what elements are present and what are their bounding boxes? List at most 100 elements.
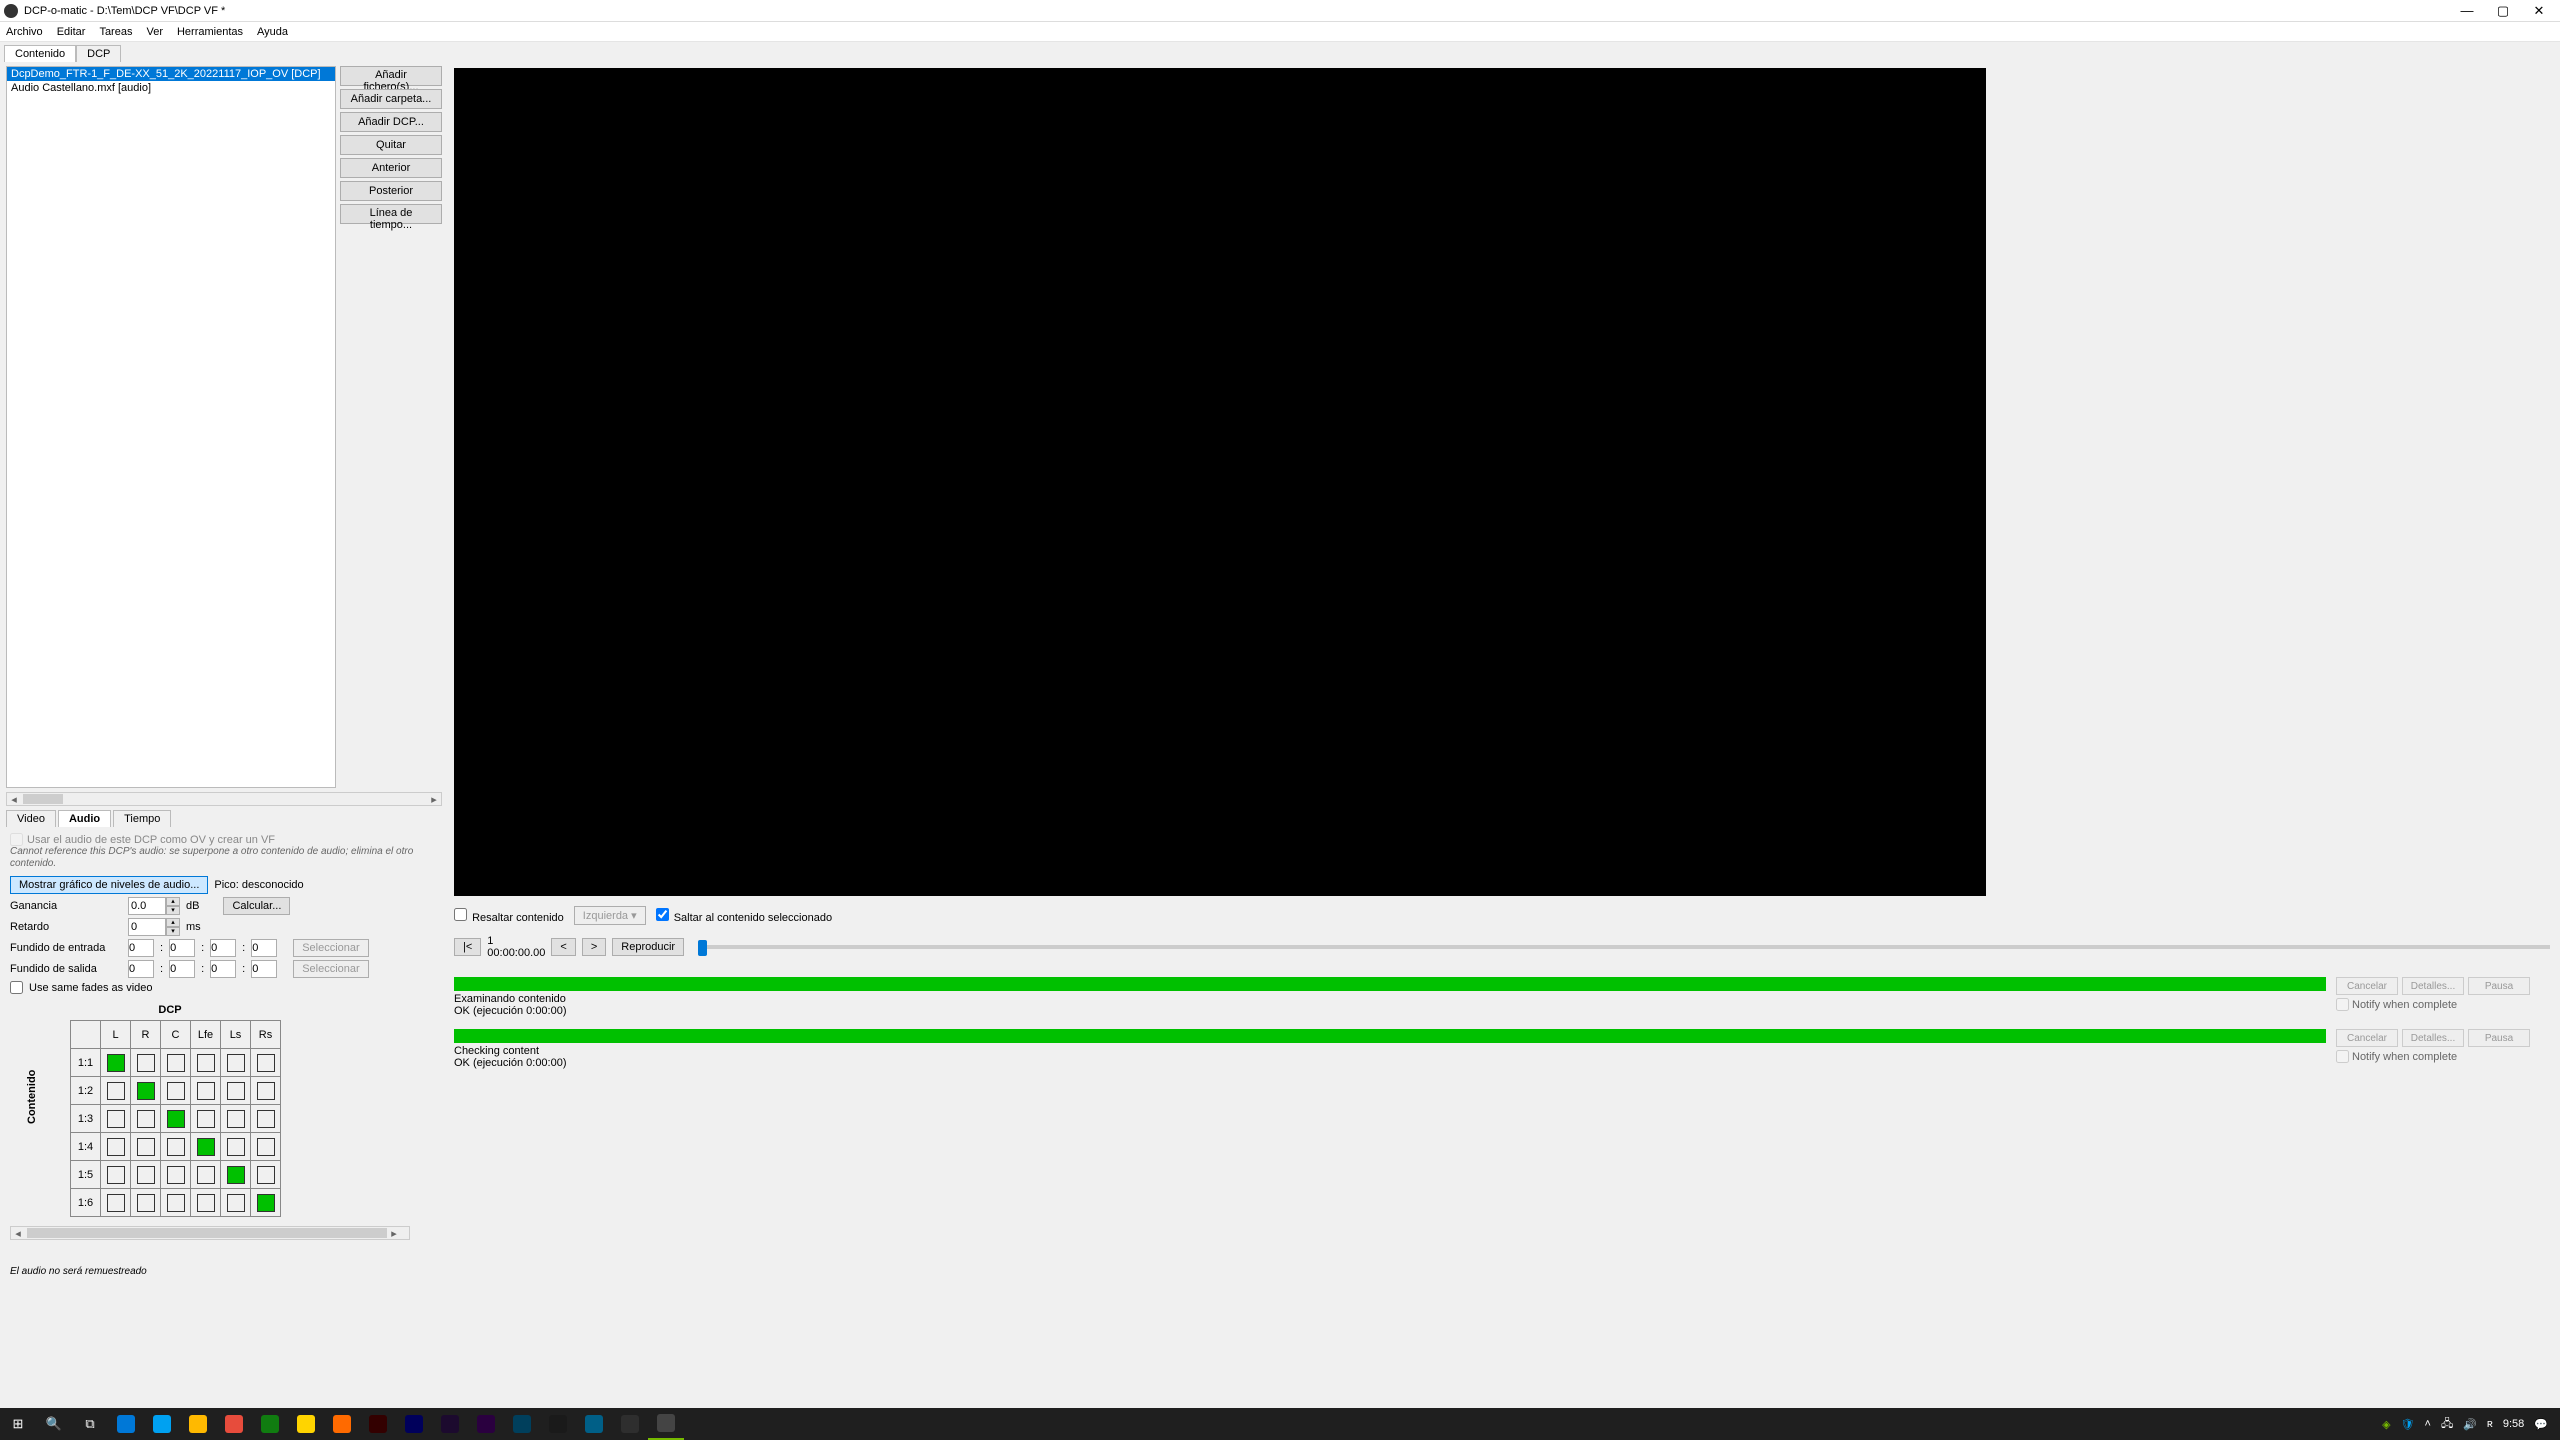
- matrix-cell[interactable]: [221, 1161, 251, 1189]
- list-item[interactable]: Audio Castellano.mxf [audio]: [7, 81, 335, 95]
- highlight-checkbox[interactable]: [454, 908, 467, 921]
- menu-archivo[interactable]: Archivo: [6, 26, 43, 38]
- matrix-cell[interactable]: [161, 1077, 191, 1105]
- tab-audio[interactable]: Audio: [58, 810, 111, 827]
- delay-input[interactable]: [128, 918, 166, 936]
- matrix-cell[interactable]: [131, 1133, 161, 1161]
- taskbar-app[interactable]: [144, 1408, 180, 1440]
- tab-tiempo[interactable]: Tiempo: [113, 810, 171, 827]
- same-fades-checkbox[interactable]: [10, 981, 23, 994]
- matrix-cell[interactable]: [191, 1049, 221, 1077]
- start-button[interactable]: ⊞: [0, 1408, 36, 1440]
- matrix-cell[interactable]: [221, 1077, 251, 1105]
- matrix-cell[interactable]: [101, 1133, 131, 1161]
- jump-checkbox[interactable]: [656, 908, 669, 921]
- matrix-cell[interactable]: [101, 1189, 131, 1217]
- taskbar-app[interactable]: [360, 1408, 396, 1440]
- taskbar-app[interactable]: [288, 1408, 324, 1440]
- menu-tareas[interactable]: Tareas: [99, 26, 132, 38]
- matrix-cell[interactable]: [161, 1105, 191, 1133]
- go-start-button[interactable]: |<: [454, 938, 481, 956]
- taskbar-app[interactable]: [576, 1408, 612, 1440]
- tray-volume-icon[interactable]: 🔊: [2463, 1418, 2477, 1431]
- matrix-cell[interactable]: [131, 1077, 161, 1105]
- matrix-cell[interactable]: [221, 1189, 251, 1217]
- chevron-down-icon[interactable]: ▾: [166, 927, 180, 936]
- calculate-button[interactable]: Calcular...: [223, 897, 290, 915]
- matrix-cell[interactable]: [251, 1049, 281, 1077]
- taskbar-app[interactable]: [180, 1408, 216, 1440]
- matrix-cell[interactable]: [191, 1077, 221, 1105]
- tray-shield-icon[interactable]: 🛡: [2401, 1418, 2415, 1431]
- taskbar-app[interactable]: [216, 1408, 252, 1440]
- tray-clock[interactable]: 9:58: [2503, 1418, 2524, 1430]
- list-item[interactable]: DcpDemo_FTR-1_F_DE-XX_51_2K_20221117_IOP…: [7, 67, 335, 81]
- remove-button[interactable]: Quitar: [340, 135, 442, 155]
- fadein-m[interactable]: [169, 939, 195, 957]
- matrix-cell[interactable]: [191, 1161, 221, 1189]
- taskbar-app[interactable]: [252, 1408, 288, 1440]
- matrix-cell[interactable]: [251, 1133, 281, 1161]
- matrix-cell[interactable]: [131, 1049, 161, 1077]
- show-audio-graph-button[interactable]: Mostrar gráfico de niveles de audio...: [10, 876, 208, 894]
- taskbar-app[interactable]: [396, 1408, 432, 1440]
- matrix-cell[interactable]: [251, 1161, 281, 1189]
- matrix-cell[interactable]: [131, 1189, 161, 1217]
- matrix-cell[interactable]: [221, 1133, 251, 1161]
- maximize-button[interactable]: ▢: [2494, 4, 2512, 18]
- menu-herramientas[interactable]: Herramientas: [177, 26, 243, 38]
- matrix-cell[interactable]: [161, 1133, 191, 1161]
- minimize-button[interactable]: —: [2458, 4, 2476, 18]
- matrix-cell[interactable]: [161, 1189, 191, 1217]
- content-list-hscroll[interactable]: ◂▸: [6, 792, 442, 806]
- matrix-cell[interactable]: [191, 1105, 221, 1133]
- content-list[interactable]: DcpDemo_FTR-1_F_DE-XX_51_2K_20221117_IOP…: [6, 66, 336, 788]
- taskbar-app[interactable]: [108, 1408, 144, 1440]
- task-view-icon[interactable]: ⧉: [72, 1408, 108, 1440]
- timeline-slider[interactable]: [698, 945, 2550, 949]
- matrix-cell[interactable]: [101, 1077, 131, 1105]
- next-frame-button[interactable]: >: [582, 938, 606, 956]
- highlight-check-label[interactable]: Resaltar contenido: [454, 908, 564, 924]
- fadeout-m[interactable]: [169, 960, 195, 978]
- chevron-up-icon[interactable]: ▴: [166, 897, 180, 906]
- add-folder-button[interactable]: Añadir carpeta...: [340, 89, 442, 109]
- add-dcp-button[interactable]: Añadir DCP...: [340, 112, 442, 132]
- matrix-cell[interactable]: [221, 1105, 251, 1133]
- system-tray[interactable]: ◈ 🛡 ˄ 🖧 🔊 ʀ 9:58 💬: [2382, 1415, 2560, 1434]
- matrix-cell[interactable]: [161, 1049, 191, 1077]
- matrix-cell[interactable]: [101, 1049, 131, 1077]
- search-icon[interactable]: 🔍: [36, 1408, 72, 1440]
- taskbar-app[interactable]: [540, 1408, 576, 1440]
- taskbar-app[interactable]: [324, 1408, 360, 1440]
- fadein-f[interactable]: [251, 939, 277, 957]
- tray-nvidia-icon[interactable]: ◈: [2382, 1418, 2390, 1431]
- tray-network-icon[interactable]: 🖧: [2441, 1415, 2453, 1434]
- matrix-hscroll[interactable]: ◂▸: [10, 1226, 410, 1240]
- menu-ver[interactable]: Ver: [146, 26, 163, 38]
- taskbar-app[interactable]: [504, 1408, 540, 1440]
- play-button[interactable]: Reproducir: [612, 938, 684, 956]
- delay-spinner[interactable]: ▴▾: [128, 918, 180, 936]
- tray-notifications-icon[interactable]: 💬: [2534, 1418, 2548, 1431]
- slider-thumb[interactable]: [698, 940, 707, 956]
- menu-ayuda[interactable]: Ayuda: [257, 26, 288, 38]
- matrix-cell[interactable]: [101, 1161, 131, 1189]
- tab-dcp[interactable]: DCP: [76, 45, 121, 62]
- taskbar-app-active[interactable]: [648, 1408, 684, 1440]
- close-button[interactable]: ✕: [2530, 4, 2548, 18]
- matrix-cell[interactable]: [251, 1077, 281, 1105]
- later-button[interactable]: Posterior: [340, 181, 442, 201]
- fadein-s[interactable]: [210, 939, 236, 957]
- taskbar[interactable]: ⊞ 🔍 ⧉ ◈ 🛡 ˄ 🖧 🔊 ʀ 9:58 💬: [0, 1408, 2560, 1440]
- tray-chevron-up-icon[interactable]: ˄: [2425, 1418, 2431, 1430]
- menu-editar[interactable]: Editar: [57, 26, 86, 38]
- fadeout-f[interactable]: [251, 960, 277, 978]
- fadeout-h[interactable]: [128, 960, 154, 978]
- gain-spinner[interactable]: ▴▾: [128, 897, 180, 915]
- matrix-cell[interactable]: [101, 1105, 131, 1133]
- prev-frame-button[interactable]: <: [551, 938, 575, 956]
- tray-lang-icon[interactable]: ʀ: [2487, 1418, 2493, 1430]
- chevron-down-icon[interactable]: ▾: [166, 906, 180, 915]
- matrix-cell[interactable]: [131, 1161, 161, 1189]
